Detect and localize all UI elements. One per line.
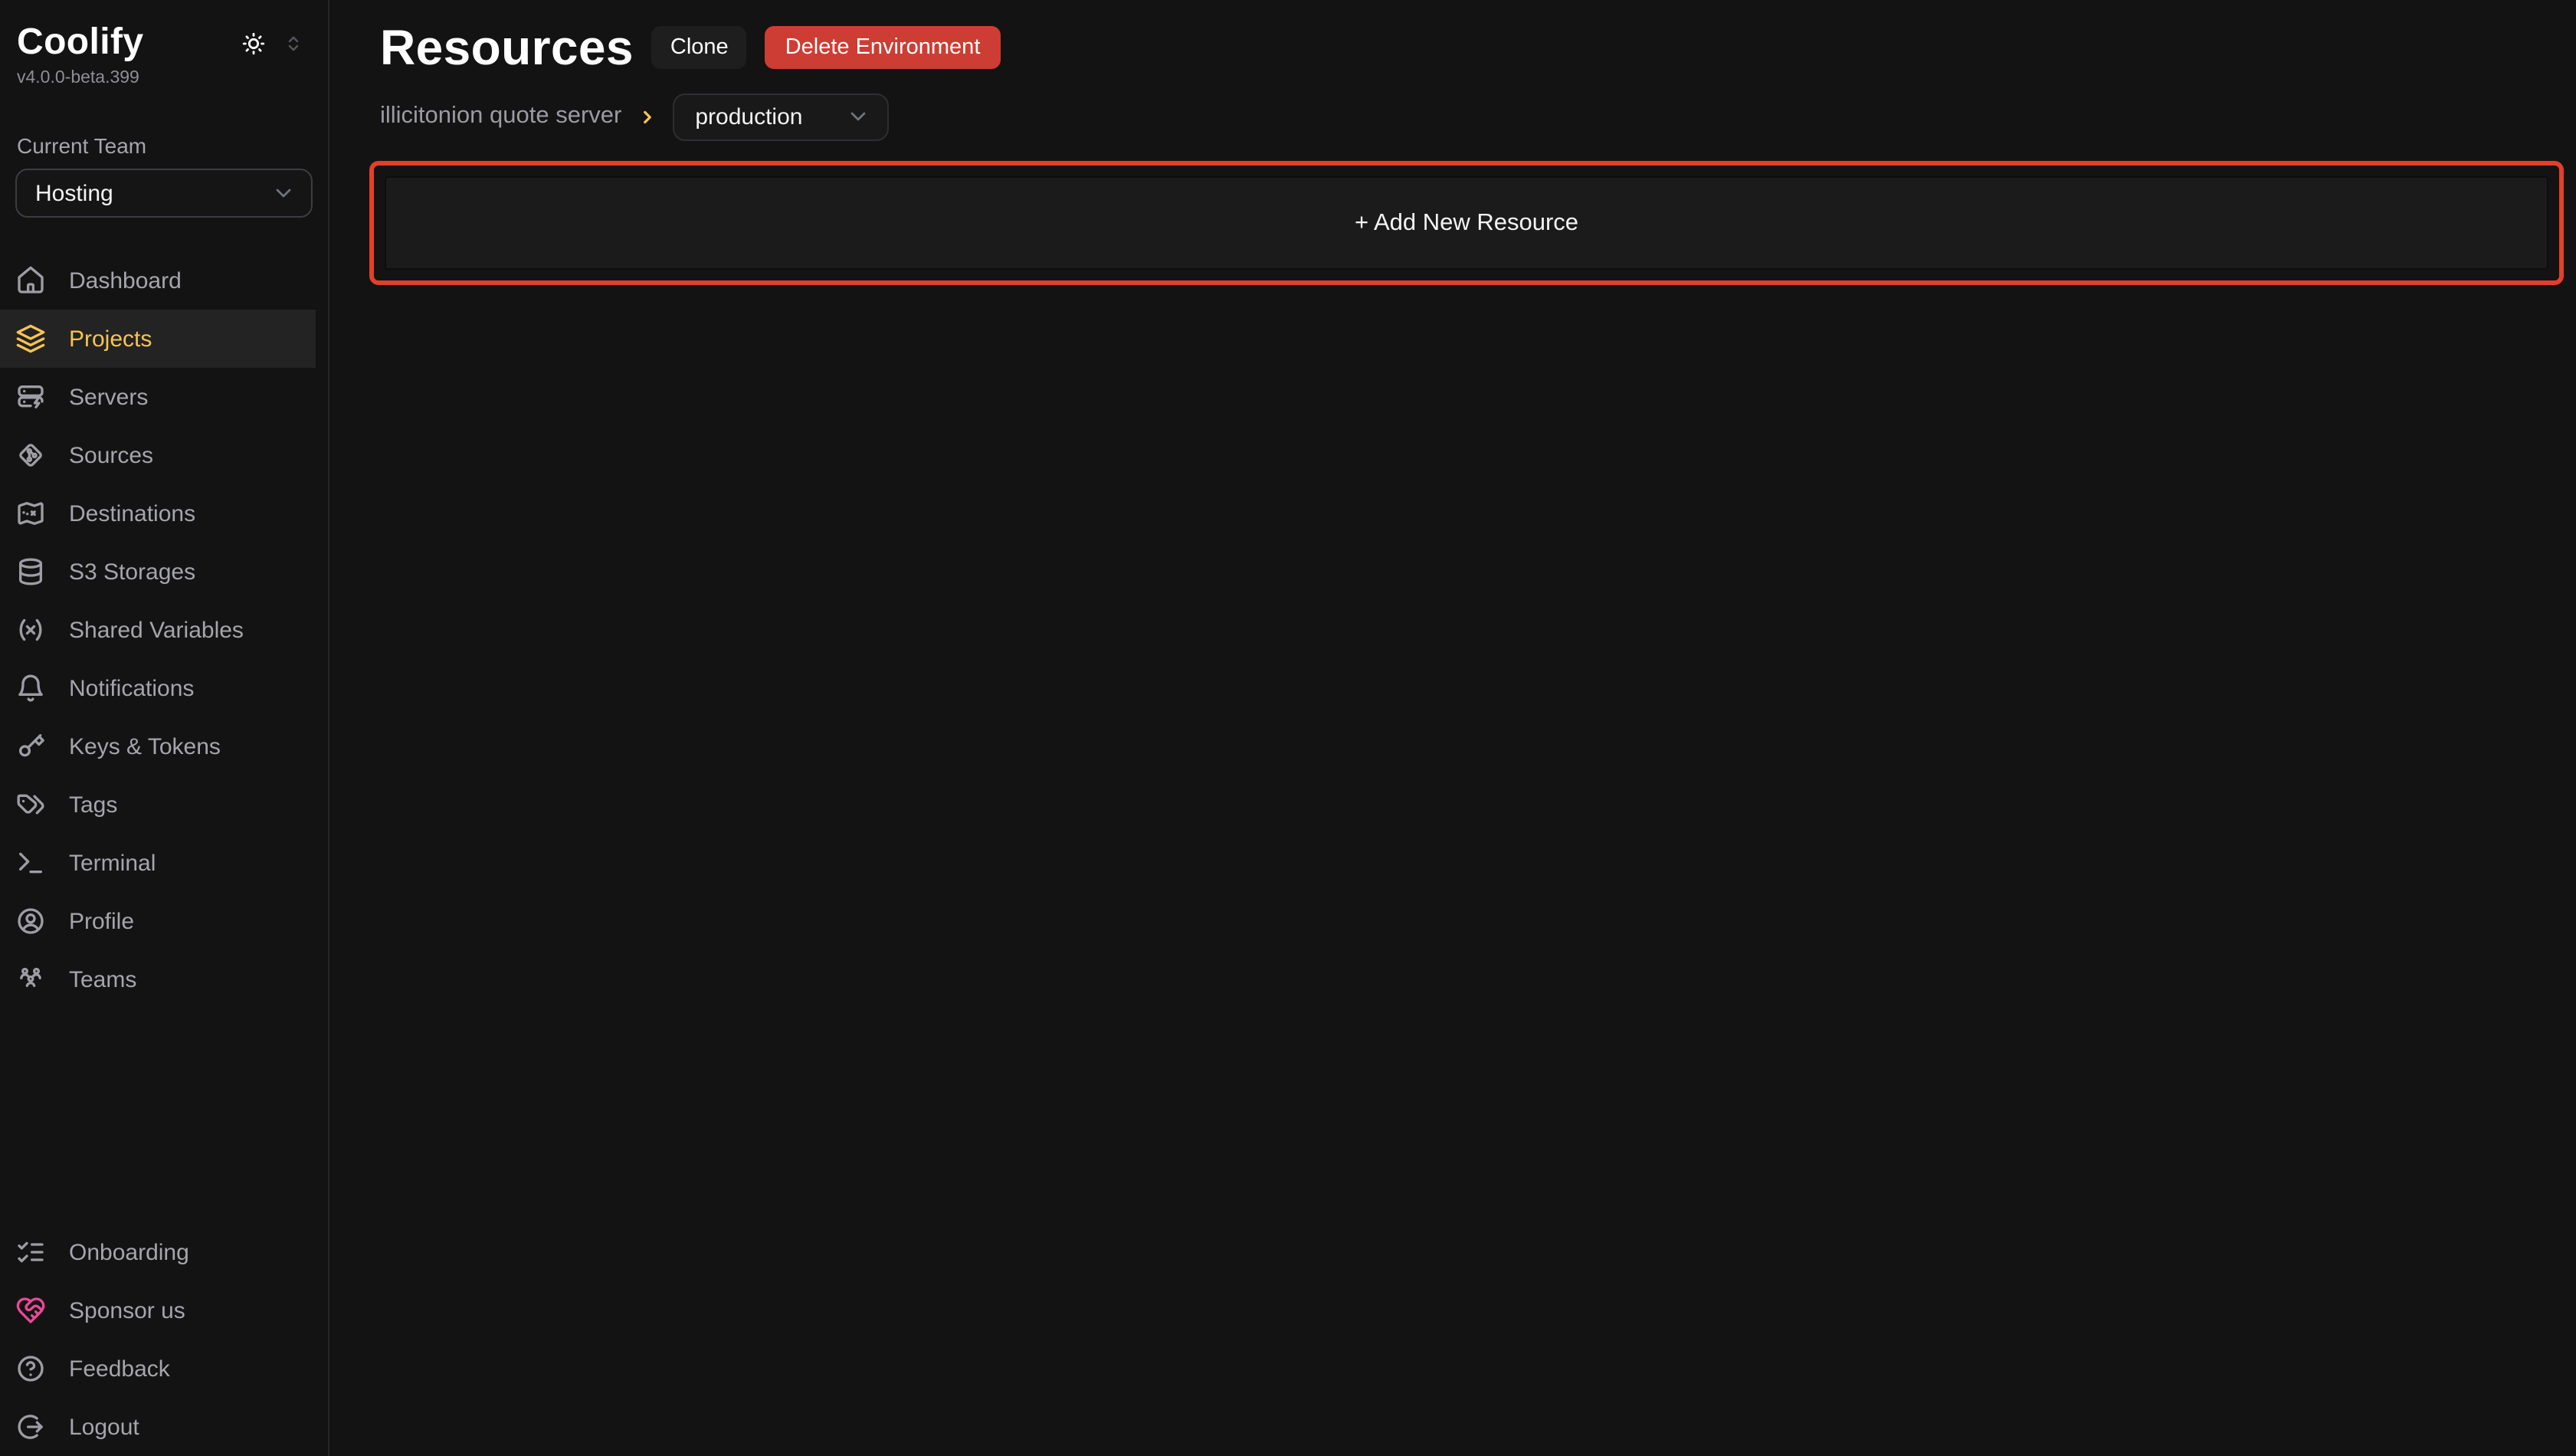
help-circle-icon bbox=[15, 1353, 46, 1384]
main-content: Resources Clone Delete Environment illic… bbox=[329, 0, 2576, 1456]
sidebar-item-label: Projects bbox=[69, 326, 152, 352]
logout-icon bbox=[15, 1412, 46, 1442]
sidebar-item-onboarding[interactable]: Onboarding bbox=[0, 1223, 316, 1281]
variables-icon bbox=[15, 615, 46, 645]
sidebar-item-label: Feedback bbox=[69, 1356, 170, 1382]
list-checks-icon bbox=[15, 1237, 46, 1267]
breadcrumb-project[interactable]: illicitonion quote server bbox=[380, 103, 621, 130]
theme-toggle-sun-icon[interactable] bbox=[241, 30, 267, 56]
sidebar-item-label: Onboarding bbox=[69, 1239, 189, 1265]
sidebar-item-label: Tags bbox=[69, 792, 117, 818]
breadcrumb: illicitonion quote server production bbox=[380, 92, 2564, 141]
add-resource-highlight-box: + Add New Resource bbox=[369, 161, 2564, 285]
clone-button[interactable]: Clone bbox=[652, 26, 747, 69]
heart-handshake-icon bbox=[15, 1295, 46, 1326]
sidebar-item-label: Dashboard bbox=[69, 267, 182, 293]
team-select-value: Hosting bbox=[35, 180, 113, 206]
sidebar-item-label: Logout bbox=[69, 1414, 139, 1440]
sidebar-item-label: Sponsor us bbox=[69, 1297, 185, 1323]
sidebar-item-keys-tokens[interactable]: Keys & Tokens bbox=[0, 717, 316, 776]
sidebar-item-notifications[interactable]: Notifications bbox=[0, 659, 316, 717]
sidebar-item-destinations[interactable]: Destinations bbox=[0, 484, 316, 543]
sidebar-item-profile[interactable]: Profile bbox=[0, 892, 316, 950]
app-logo[interactable]: Coolify bbox=[17, 21, 143, 64]
sidebar-item-shared-variables[interactable]: Shared Variables bbox=[0, 601, 316, 659]
sidebar-item-label: Servers bbox=[69, 384, 148, 410]
sidebar-item-terminal[interactable]: Terminal bbox=[0, 834, 316, 892]
sidebar-nav: Dashboard Projects Servers Sources Destinati… bbox=[0, 251, 328, 1008]
server-icon bbox=[15, 382, 46, 412]
key-icon bbox=[15, 731, 46, 762]
sidebar-header: Coolify bbox=[0, 21, 328, 64]
sidebar-item-tags[interactable]: Tags bbox=[0, 776, 316, 834]
sidebar-item-label: Sources bbox=[69, 442, 153, 468]
sidebar-item-logout[interactable]: Logout bbox=[0, 1398, 316, 1456]
sidebar-item-sources[interactable]: Sources bbox=[0, 426, 316, 484]
git-icon bbox=[15, 440, 46, 471]
user-circle-icon bbox=[15, 906, 46, 936]
page-header: Resources Clone Delete Environment bbox=[380, 15, 2564, 80]
app-root: Coolify v4.0.0-beta.399 Current Team Hos… bbox=[0, 0, 2576, 1456]
sidebar-header-icons bbox=[241, 30, 305, 56]
sidebar: Coolify v4.0.0-beta.399 Current Team Hos… bbox=[0, 0, 329, 1456]
users-icon bbox=[15, 964, 46, 995]
sidebar-item-label: Terminal bbox=[69, 850, 156, 876]
database-icon bbox=[15, 556, 46, 587]
home-icon bbox=[15, 265, 46, 296]
sidebar-item-label: S3 Storages bbox=[69, 559, 195, 585]
current-team-label: Current Team bbox=[0, 133, 328, 158]
team-select[interactable]: Hosting bbox=[15, 169, 313, 218]
sidebar-item-label: Teams bbox=[69, 966, 136, 992]
bell-icon bbox=[15, 673, 46, 703]
sidebar-item-teams[interactable]: Teams bbox=[0, 950, 316, 1008]
sidebar-item-label: Destinations bbox=[69, 500, 195, 526]
sidebar-item-label: Notifications bbox=[69, 675, 194, 701]
app-version: v4.0.0-beta.399 bbox=[0, 69, 328, 87]
add-new-resource-button[interactable]: + Add New Resource bbox=[385, 176, 2548, 270]
chevrons-up-down-icon[interactable] bbox=[282, 31, 305, 54]
sidebar-item-label: Keys & Tokens bbox=[69, 733, 221, 759]
page-title: Resources bbox=[380, 15, 634, 80]
chevron-down-icon bbox=[845, 104, 870, 129]
tags-icon bbox=[15, 789, 46, 820]
sidebar-footer-nav: Onboarding Sponsor us Feedback Logout bbox=[0, 1223, 328, 1456]
environment-select[interactable]: production bbox=[672, 93, 888, 140]
layers-icon bbox=[15, 323, 46, 354]
delete-environment-button[interactable]: Delete Environment bbox=[765, 26, 1001, 69]
chevron-right-icon bbox=[637, 107, 657, 126]
environment-select-value: production bbox=[695, 103, 802, 130]
sidebar-item-feedback[interactable]: Feedback bbox=[0, 1340, 316, 1398]
terminal-icon bbox=[15, 848, 46, 878]
sidebar-item-dashboard[interactable]: Dashboard bbox=[0, 251, 316, 310]
sidebar-item-sponsor-us[interactable]: Sponsor us bbox=[0, 1281, 316, 1340]
sidebar-item-label: Shared Variables bbox=[69, 617, 244, 643]
sidebar-item-s3-storages[interactable]: S3 Storages bbox=[0, 543, 316, 601]
sidebar-item-projects[interactable]: Projects bbox=[0, 310, 316, 368]
sidebar-item-servers[interactable]: Servers bbox=[0, 368, 316, 426]
sidebar-item-label: Profile bbox=[69, 908, 134, 934]
map-icon bbox=[15, 498, 46, 529]
chevron-down-icon bbox=[271, 181, 296, 205]
